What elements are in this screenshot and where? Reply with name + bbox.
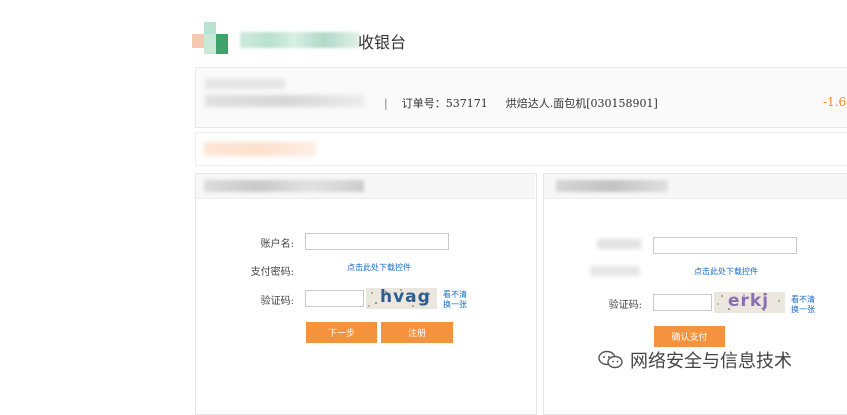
account-name-label: 账户名: xyxy=(260,239,294,250)
wechat-official-account-icon xyxy=(598,350,623,369)
blurred-field-label xyxy=(597,239,641,249)
captcha-input[interactable] xyxy=(305,290,364,307)
captcha-input[interactable] xyxy=(653,294,712,311)
refresh-line-2: 换一张 xyxy=(443,300,467,309)
captcha-text: hvag xyxy=(380,288,431,307)
download-control-link[interactable]: 点击此处下载控件 xyxy=(347,262,411,273)
blurred-field-label xyxy=(590,266,640,276)
blurred-merchant-name xyxy=(240,32,360,48)
confirm-payment-button[interactable]: 确认支付 xyxy=(654,326,725,347)
order-summary: | 订单号：537171 烘焙达人.面包机[030158901] xyxy=(384,95,658,111)
next-step-button[interactable]: 下一步 xyxy=(306,322,377,343)
refresh-line-2: 换一张 xyxy=(791,305,815,314)
captcha-label: 验证码: xyxy=(608,300,642,311)
order-amount: -1.6 xyxy=(823,95,847,109)
blurred-notice-text xyxy=(204,142,316,156)
captcha-label: 验证码: xyxy=(260,296,294,307)
refresh-captcha-link[interactable]: 看不清 换一张 xyxy=(791,295,815,315)
blurred-panel-title xyxy=(556,180,668,192)
order-number-label: 订单号： xyxy=(401,97,446,110)
quick-account-input[interactable] xyxy=(653,237,797,254)
captcha-text: erkj xyxy=(728,292,770,311)
product-name: 烘焙达人.面包机[030158901] xyxy=(505,97,658,110)
watermark-text: 网络安全与信息技术 xyxy=(630,351,792,372)
refresh-captcha-link[interactable]: 看不清 换一张 xyxy=(443,290,467,310)
account-name-input[interactable] xyxy=(305,233,449,250)
order-number: 537171 xyxy=(445,97,488,110)
blurred-panel-title xyxy=(204,180,364,192)
blurred-logo-icon xyxy=(192,22,232,56)
page-title: 收银台 xyxy=(358,33,407,52)
separator: | xyxy=(384,97,388,110)
refresh-line-1: 看不清 xyxy=(791,295,815,304)
register-button[interactable]: 注册 xyxy=(381,322,453,343)
download-control-link[interactable]: 点击此处下载控件 xyxy=(694,266,758,277)
payment-password-label: 支付密码: xyxy=(250,267,294,278)
captcha-image[interactable]: erkj xyxy=(714,292,785,313)
blurred-order-description xyxy=(205,95,365,107)
refresh-line-1: 看不清 xyxy=(443,290,467,299)
blurred-merchant-info xyxy=(205,79,285,89)
captcha-image[interactable]: hvag xyxy=(366,288,437,309)
